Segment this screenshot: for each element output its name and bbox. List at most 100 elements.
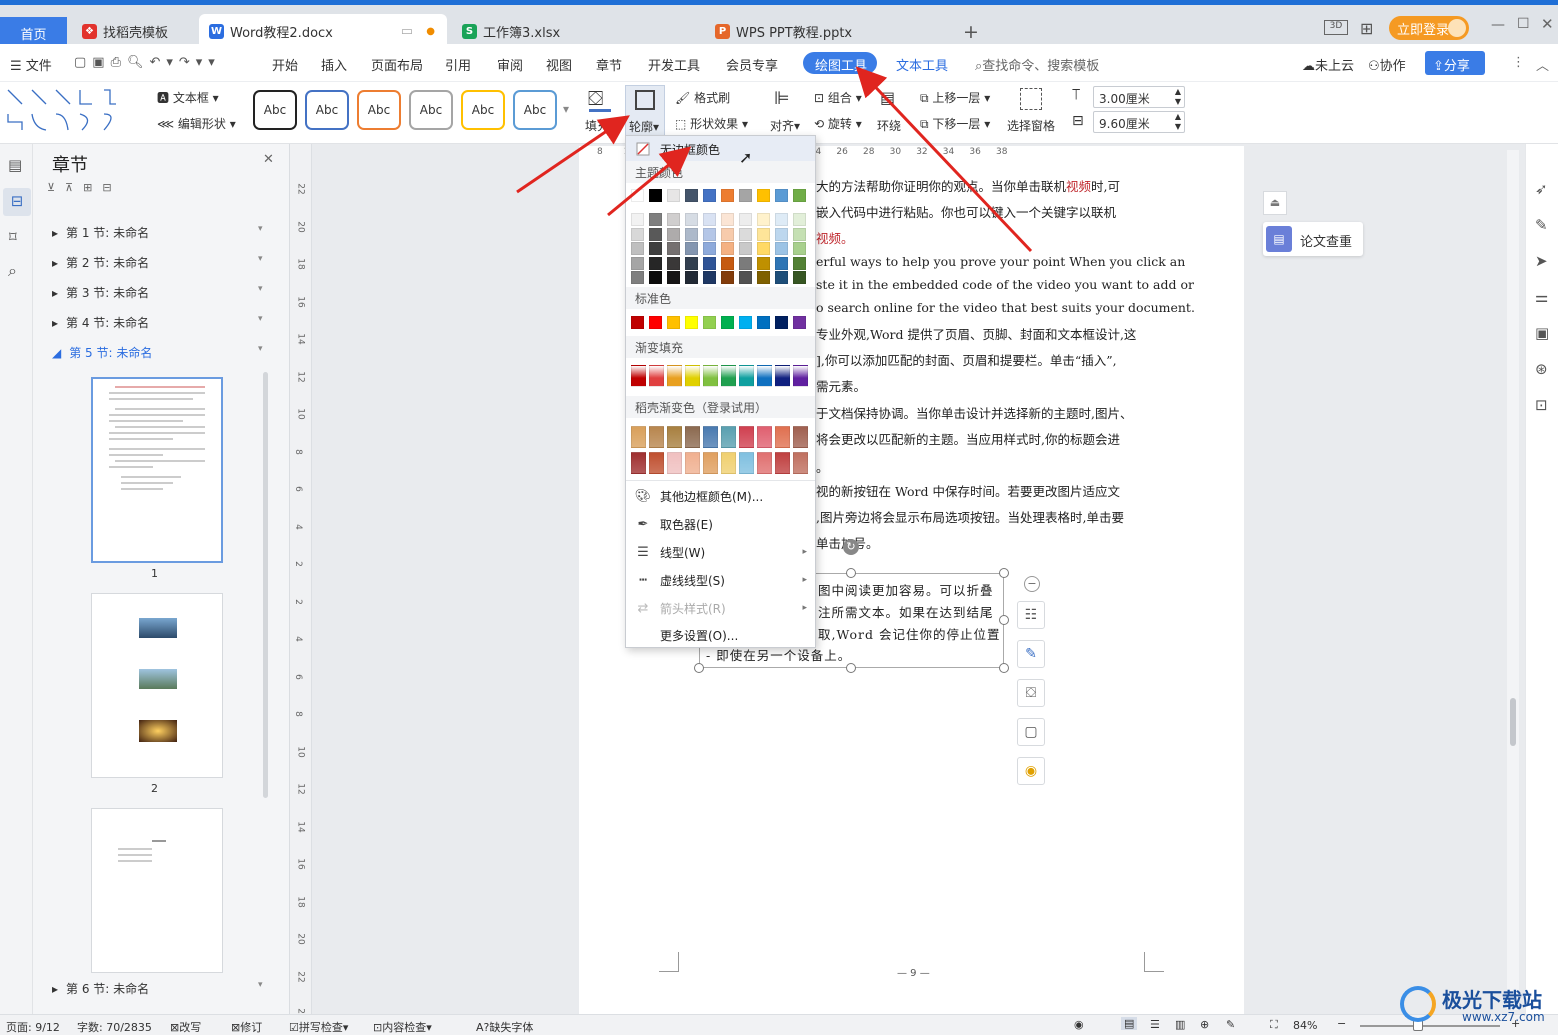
theme-shade-swatch[interactable] [685,242,698,255]
fill-button[interactable]: 填充▾ [585,117,615,134]
web-view-icon[interactable]: ⊕ [1200,1018,1209,1031]
section-menu-icon[interactable]: ▾ [258,980,263,990]
outline-icon[interactable]: ▢ [1017,718,1045,746]
zoom-out-icon[interactable]: − [1337,1017,1346,1030]
rotate-button[interactable]: ⟲ 旋转 ▾ [814,115,862,132]
standard-color-swatch[interactable] [685,316,698,329]
tab-ppt[interactable]: P WPS PPT教程.pptx [705,14,953,48]
menu-drawing-tools[interactable]: 绘图工具 [803,52,877,74]
standard-color-swatch[interactable] [793,316,806,329]
theme-shade-swatch[interactable] [757,271,770,284]
section-menu-icon[interactable]: ▾ [258,344,263,354]
menu-insert[interactable]: 插入 [321,55,347,74]
daoke-swatch[interactable] [721,426,736,448]
layout-toggle-icon[interactable]: 3D [1324,20,1348,35]
cursor-icon[interactable]: ➤ [1535,252,1548,270]
width-input[interactable]: 9.60厘米 ▲ ▼ [1093,111,1185,133]
theme-shade-swatch[interactable] [775,227,788,241]
theme-shade-swatch[interactable] [667,256,680,270]
theme-shade-swatch[interactable] [721,271,734,284]
theme-shade-swatch[interactable] [775,213,788,226]
daoke-swatch[interactable] [757,426,772,448]
gradient-swatch[interactable] [793,365,808,387]
style-preset-4[interactable]: Abc [409,90,453,130]
sliders-icon[interactable]: ⚌ [1535,288,1548,306]
menu-vip[interactable]: 会员专享 [726,55,778,74]
daoke-swatch[interactable] [739,452,754,474]
style-preset-5[interactable]: Abc [461,90,505,130]
theme-shade-swatch[interactable] [793,271,806,284]
standard-color-swatch[interactable] [703,316,716,329]
section-menu-icon[interactable]: ▾ [258,224,263,234]
theme-shade-swatch[interactable] [793,242,806,255]
theme-shade-swatch[interactable] [685,256,698,270]
eject-icon[interactable]: ⏏ [1263,191,1287,215]
resize-handle[interactable] [846,568,856,578]
line-style-item[interactable]: ☰ 线型(W) ▸ [626,539,815,565]
theme-shade-swatch[interactable] [757,213,770,226]
more-options-icon[interactable]: ⋮ [1512,55,1525,70]
eye-protect-icon[interactable]: ◉ [1074,1018,1084,1031]
monitor-icon[interactable]: ▭ [401,24,413,39]
gradient-swatch[interactable] [685,365,700,387]
theme-color-swatch[interactable] [703,189,716,202]
gradient-swatch[interactable] [649,365,664,387]
daoke-swatch[interactable] [685,452,700,474]
pen-icon[interactable]: ✎ [1535,216,1548,234]
format-brush-button[interactable]: 🖌︎ 格式刷 [675,89,730,106]
menu-review[interactable]: 审阅 [497,55,523,74]
standard-color-swatch[interactable] [739,316,752,329]
quick-access-icons[interactable]: ▢▣⎙🔍︎↶▾↷▾▾ [74,55,221,70]
style-preset-2[interactable]: Abc [305,90,349,130]
shape-gallery[interactable] [4,86,144,136]
width-stepper[interactable]: ▲ ▼ [1175,112,1181,132]
theme-shade-swatch[interactable] [703,256,716,270]
scrollbar-thumb[interactable] [1510,698,1516,746]
height-input[interactable]: 3.00厘米 ▲ ▼ [1093,86,1185,108]
style-preset-3[interactable]: Abc [357,90,401,130]
theme-shade-swatch[interactable] [685,227,698,241]
align-icon[interactable]: ⊫ [774,88,790,109]
share-network-icon[interactable]: ⊛ [1535,360,1548,378]
daoke-swatch[interactable] [721,452,736,474]
edit-shape-button[interactable]: ⋘ 编辑形状 ▾ [157,115,236,132]
theme-shade-swatch[interactable] [649,256,662,270]
pen-icon[interactable]: ✎ [1017,640,1045,668]
missing-font-indicator[interactable]: A?缺失字体 [476,1019,533,1035]
document-scrollbar[interactable] [1507,150,1519,1010]
minimize-icon[interactable]: — [1491,17,1505,33]
wrap-icon[interactable]: ▤ [880,88,895,107]
book-icon[interactable]: ⊡ [1535,396,1548,414]
daoke-swatch[interactable] [685,426,700,448]
layout-options-icon[interactable]: ☷ [1017,601,1045,629]
section-menu-icon[interactable]: ▾ [258,284,263,294]
theme-shade-swatch[interactable] [721,242,734,255]
wrap-button[interactable]: 环绕 [877,117,901,134]
group-button[interactable]: ⊡ 组合 ▾ [814,89,862,106]
menu-text-tools[interactable]: 文本工具 [896,55,948,74]
theme-color-swatch[interactable] [667,189,680,202]
theme-color-swatch[interactable] [685,189,698,202]
maximize-icon[interactable]: ☐ [1517,16,1530,32]
theme-shade-swatch[interactable] [775,242,788,255]
selection-pane-icon[interactable] [1020,88,1042,110]
shape-effect-button[interactable]: ⬚ 形状效果 ▾ [675,115,748,132]
theme-color-swatch[interactable] [757,189,770,202]
rocket-icon[interactable]: ➶ [1535,180,1548,198]
revise-toggle[interactable]: ⊠修订 [231,1019,262,1035]
content-check-toggle[interactable]: ⊡内容检查▾ [373,1019,432,1035]
theme-shade-swatch[interactable] [739,271,752,284]
tab-xlsx[interactable]: S 工作簿3.xlsx [452,14,700,48]
write-view-icon[interactable]: ✎ [1226,1018,1235,1031]
theme-shade-swatch[interactable] [703,271,716,284]
section-menu-icon[interactable]: ▾ [258,254,263,264]
style-preset-6[interactable]: Abc [513,90,557,130]
document-icon[interactable]: ▤ [8,156,22,174]
theme-shade-swatch[interactable] [631,242,644,255]
collapse-ribbon-icon[interactable]: ︿ [1536,55,1549,74]
spell-check-toggle[interactable]: ☑拼写检查▾ [289,1019,348,1035]
collapse-toolbar-icon[interactable]: − [1024,576,1040,592]
theme-shade-swatch[interactable] [775,271,788,284]
share-button[interactable]: ⇪分享 [1425,51,1485,75]
link-text[interactable]: 视频 [1066,179,1091,194]
